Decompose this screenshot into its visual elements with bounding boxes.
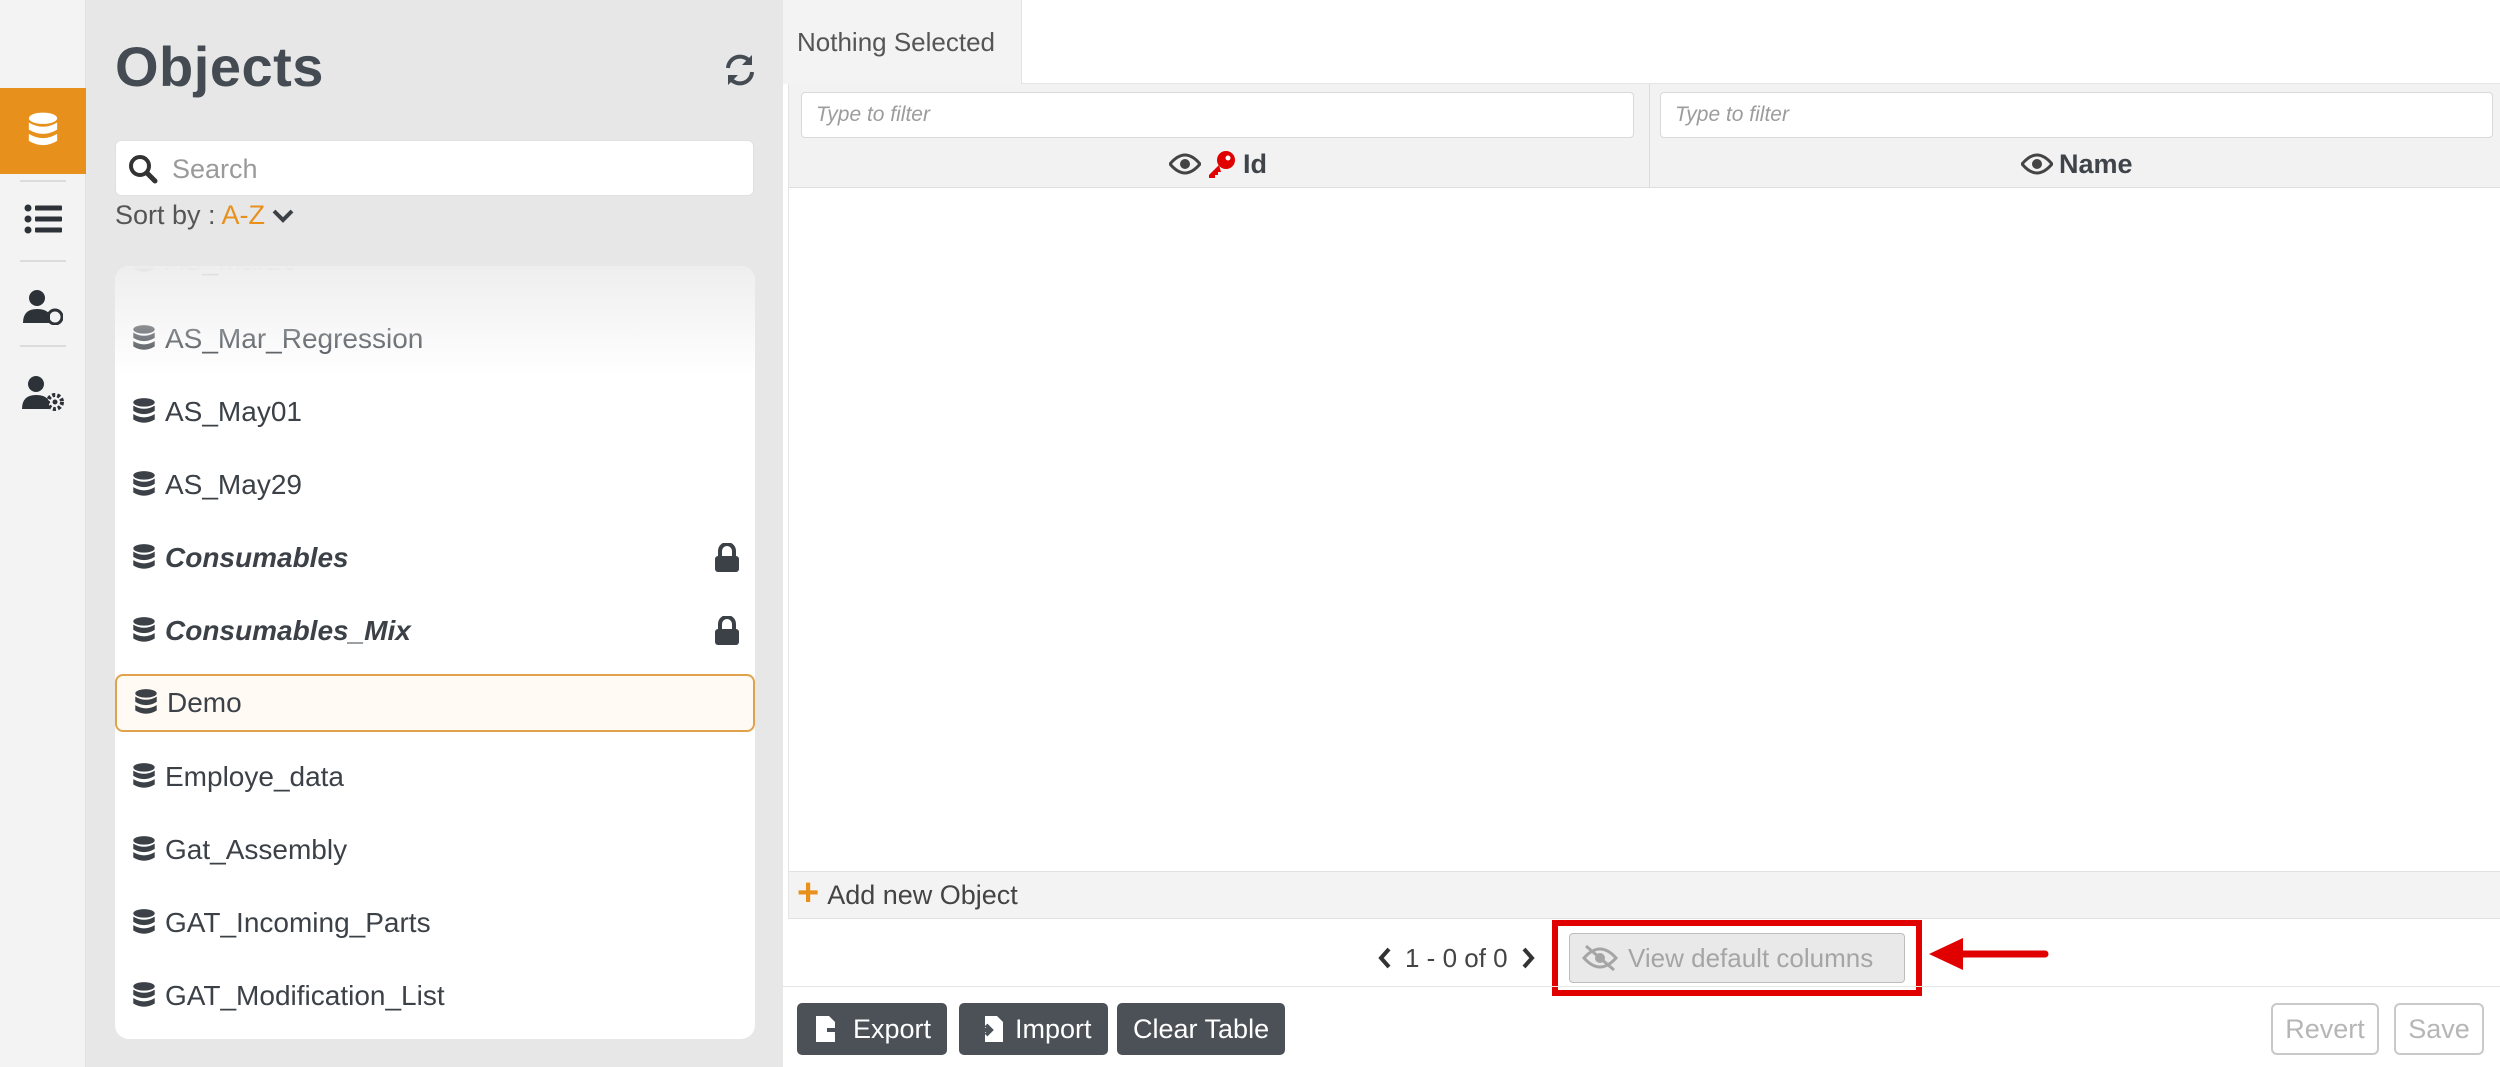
database-icon <box>135 689 157 714</box>
import-button[interactable]: Import <box>959 1003 1108 1055</box>
id-filter-input[interactable] <box>801 92 1634 138</box>
object-name: GAT_Incoming_Parts <box>165 907 431 938</box>
export-icon <box>816 1016 843 1042</box>
database-icon <box>133 617 155 642</box>
column-label-id: Id <box>1243 148 1267 179</box>
import-icon <box>976 1016 1003 1042</box>
database-icon <box>133 836 155 861</box>
object-list-item[interactable]: Demo <box>115 674 755 732</box>
pagination-text: 1 - 0 of 0 <box>1405 942 1508 973</box>
revert-button[interactable]: Revert <box>2271 1003 2379 1055</box>
object-list-item[interactable]: AS_Mar_Regression <box>115 310 755 368</box>
database-icon <box>133 909 155 934</box>
object-name: Demo <box>167 687 242 718</box>
nav-user-settings-button[interactable] <box>0 350 86 436</box>
object-list-item[interactable]: AS_May29 <box>115 456 755 514</box>
data-grid: Id Name + Add new Object <box>788 84 2500 919</box>
search-icon <box>129 155 158 184</box>
chevron-left-icon[interactable] <box>1377 946 1393 970</box>
object-list-item[interactable]: GAT_Modification_List <box>115 967 755 1025</box>
chevron-down-icon <box>272 209 294 223</box>
database-icon <box>133 266 155 272</box>
sort-label: Sort by : <box>115 200 216 230</box>
database-icon <box>133 544 155 569</box>
database-icon <box>133 471 155 496</box>
database-icon <box>133 325 155 350</box>
lock-icon <box>715 616 739 645</box>
database-icon <box>133 763 155 788</box>
lock-icon <box>715 543 739 572</box>
object-name: AS_Mar20 <box>165 266 297 277</box>
add-new-object-label: Add new Object <box>827 879 1018 910</box>
column-header-id[interactable]: Id <box>1169 146 1267 182</box>
database-icon <box>28 112 58 146</box>
refresh-icon[interactable] <box>722 52 758 88</box>
export-button[interactable]: Export <box>797 1003 948 1055</box>
sort-control[interactable]: Sort by : A-Z <box>115 200 295 231</box>
object-list-item[interactable]: AS_Mar20 <box>115 266 755 290</box>
object-name: AS_Mar_Regression <box>165 323 424 354</box>
object-name: Employe_data <box>165 761 345 792</box>
object-list-item[interactable]: GAT_Incoming_Parts <box>115 894 755 952</box>
nav-objects-button[interactable] <box>0 88 86 174</box>
add-new-object-row[interactable]: + Add new Object <box>789 871 2500 919</box>
nav-rail <box>0 0 86 1067</box>
main-area: Nothing Selected Id <box>783 0 2500 1067</box>
object-list: AS_Mar20 AS_Mar_Regression AS_May01 AS_May2… <box>115 266 755 1039</box>
column-divider <box>1649 84 1650 188</box>
objects-panel: Objects Sort by : A-Z AS_Mar20 AS_Mar_Reg… <box>86 0 783 1067</box>
annotation-arrow-icon <box>1929 938 2049 970</box>
sort-value: A-Z <box>221 200 266 230</box>
user-sync-icon <box>23 290 63 325</box>
view-default-columns-button[interactable]: View default columns <box>1569 933 1905 983</box>
object-list-item[interactable]: Consumables <box>115 529 755 587</box>
clear-table-button[interactable]: Clear Table <box>1117 1003 1286 1055</box>
export-label: Export <box>853 1013 932 1044</box>
object-name: Gat_Assembly <box>165 834 348 865</box>
column-header-name[interactable]: Name <box>2021 146 2133 182</box>
panel-title: Objects <box>115 35 324 98</box>
object-list-item[interactable]: AS_May01 <box>115 383 755 441</box>
nav-user-sync-button[interactable] <box>0 264 86 350</box>
object-list-item[interactable]: Consumables_Mix <box>115 602 755 660</box>
eye-icon[interactable] <box>2021 153 2053 175</box>
plus-icon: + <box>797 872 820 914</box>
object-name: AS_May01 <box>165 396 302 427</box>
name-filter-input[interactable] <box>1660 92 2493 138</box>
view-default-columns-label: View default columns <box>1628 942 1874 973</box>
object-name: Consumables_Mix <box>165 615 411 646</box>
rail-divider <box>20 345 66 347</box>
object-list-item[interactable]: Gat_Assembly <box>115 821 755 879</box>
grid-header: Id Name <box>789 84 2500 188</box>
tab-bar: Nothing Selected <box>783 0 2500 84</box>
object-name: GAT_Modification_List <box>165 980 445 1011</box>
import-label: Import <box>1015 1013 1092 1044</box>
rail-divider <box>20 260 66 262</box>
object-name: Consumables <box>165 542 349 573</box>
object-name: AS_May29 <box>165 469 302 500</box>
search-box <box>115 140 754 196</box>
database-icon <box>133 982 155 1007</box>
eye-icon[interactable] <box>1169 153 1201 175</box>
pagination: 1 - 0 of 0 <box>1377 942 1536 974</box>
key-icon <box>1209 151 1235 178</box>
database-icon <box>133 398 155 423</box>
nav-list-button[interactable] <box>0 176 86 262</box>
eye-slash-icon <box>1582 944 1618 972</box>
tab-nothing-selected[interactable]: Nothing Selected <box>783 0 1022 84</box>
grid-body <box>789 188 2500 875</box>
object-list-item[interactable]: Employe_data <box>115 748 755 806</box>
column-label-name: Name <box>2059 148 2133 179</box>
chevron-right-icon[interactable] <box>1520 946 1536 970</box>
user-gear-icon <box>22 376 64 411</box>
save-button[interactable]: Save <box>2394 1003 2484 1055</box>
bottom-toolbar: Export Import Clear Table Revert Save <box>783 986 2500 1067</box>
search-input[interactable] <box>172 149 732 189</box>
list-icon <box>24 204 62 234</box>
